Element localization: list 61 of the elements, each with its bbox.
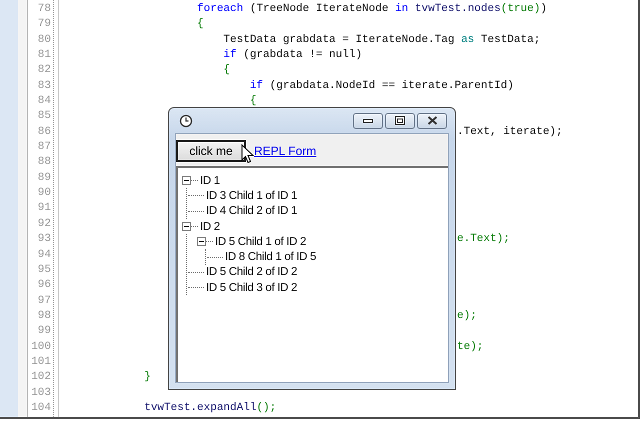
line-number: 84: [36, 94, 52, 110]
line-number: 81: [36, 48, 52, 64]
code-line: te);: [457, 340, 484, 355]
collapse-toggle[interactable]: [182, 176, 191, 186]
code-line: TestData grabdata = IterateNode.Tag as TestData;: [222, 32, 540, 48]
line-number: 79: [36, 17, 52, 32]
collapse-toggle[interactable]: [182, 222, 191, 232]
line-number: 104: [30, 400, 52, 416]
line-number: 78: [36, 2, 52, 17]
cursor-icon: [241, 144, 254, 164]
line-number: 98: [36, 308, 52, 324]
line-number: 103: [30, 386, 52, 401]
tree-node[interactable]: ID 8 Child 1 of ID 5: [223, 251, 316, 264]
close-button[interactable]: [417, 112, 447, 128]
click-me-button[interactable]: click me: [176, 140, 246, 162]
line-number: 90: [36, 186, 52, 202]
line-number: 93: [36, 232, 52, 248]
code-line: if (grabdata.NodeId == iterate.ParentId): [248, 78, 514, 94]
line-number: 87: [36, 140, 52, 156]
tree-node[interactable]: ID 2: [198, 220, 220, 233]
line-number: 83: [36, 78, 52, 94]
tree-node[interactable]: ID 4 Child 2 of ID 1: [204, 205, 298, 218]
tree-node[interactable]: ID 5 Child 1 of ID 2: [213, 236, 306, 248]
code-line: {: [222, 63, 230, 78]
line-number: 95: [36, 262, 52, 278]
line-number: 100: [30, 340, 52, 355]
line-number: 92: [36, 216, 52, 232]
code-line: e.Text);: [457, 232, 510, 248]
code-line: foreach (TreeNode IterateNode in tvwTest.nodes(true)): [196, 2, 547, 17]
maximize-button[interactable]: [385, 112, 415, 128]
tree-node[interactable]: ID 3 Child 1 of ID 1: [204, 190, 298, 202]
line-number: 85: [36, 109, 52, 124]
line-number: 96: [36, 278, 52, 294]
code-line: tvwTest.expandAll();: [143, 400, 276, 416]
line-number: 89: [36, 170, 52, 186]
tree-node[interactable]: ID 1: [198, 174, 220, 187]
line-number: 80: [36, 32, 52, 48]
maximize-icon: [395, 116, 405, 125]
tree-node[interactable]: ID 5 Child 2 of ID 2: [204, 266, 298, 278]
code-line: e);: [457, 308, 477, 324]
line-number: 97: [36, 294, 52, 309]
collapse-toggle[interactable]: [197, 237, 206, 246]
repl-form-link[interactable]: REPL Form: [254, 144, 316, 158]
clock-icon: [179, 114, 193, 128]
line-number: 99: [36, 324, 52, 340]
line-number: 86: [36, 124, 52, 140]
line-number: 94: [36, 248, 52, 262]
minimize-icon: [363, 118, 373, 122]
code-line: .Text, iterate);: [457, 124, 563, 140]
line-number: 88: [36, 155, 52, 170]
line-number: 91: [36, 201, 52, 216]
line-number: 82: [36, 63, 52, 78]
tree-node[interactable]: ID 5 Child 3 of ID 2: [204, 282, 298, 294]
line-number: 101: [30, 354, 52, 370]
minimize-button[interactable]: [353, 112, 383, 128]
line-number: 102: [30, 370, 52, 386]
code-line: if (grabdata != null): [222, 48, 362, 64]
code-line: {: [196, 17, 204, 32]
code-line: }: [143, 370, 151, 386]
code-line: {: [248, 94, 256, 110]
close-icon: [426, 116, 438, 125]
